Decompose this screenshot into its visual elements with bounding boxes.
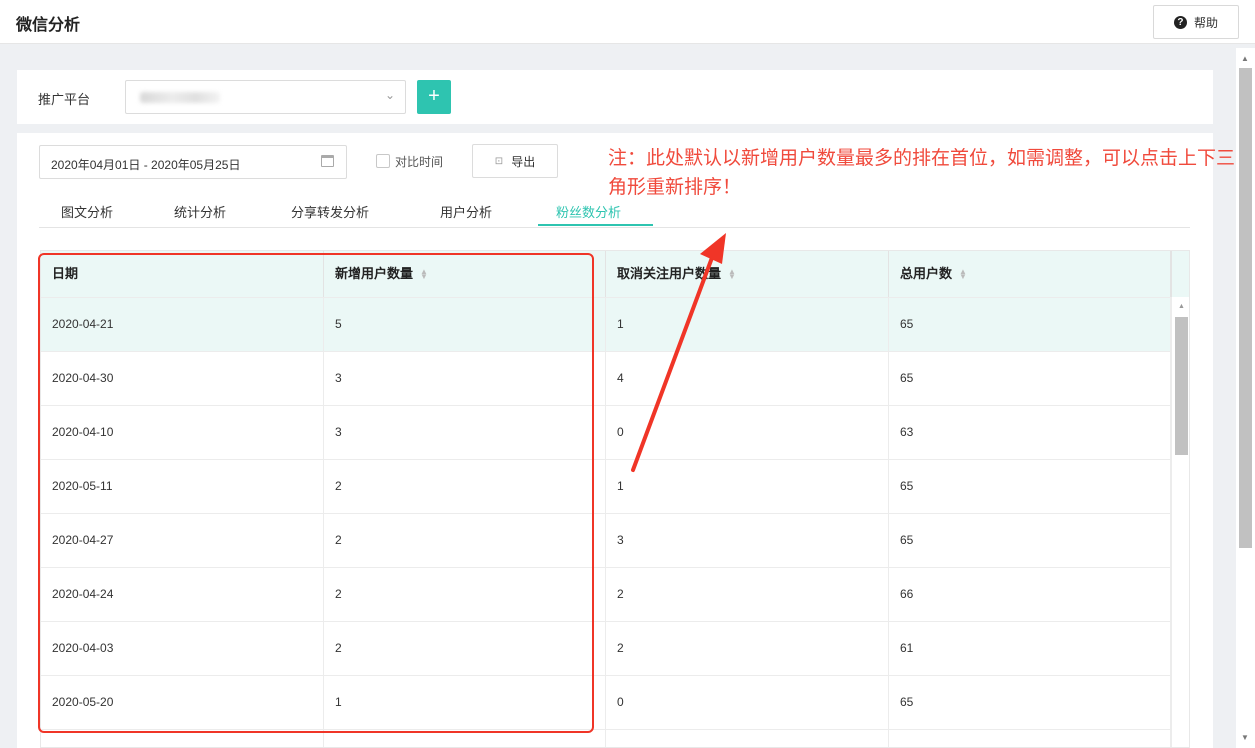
cell-new-users: 3 — [324, 406, 606, 460]
table-row: 2020-04-30 3 4 65 — [41, 351, 1171, 406]
table-row: 2020-04-03 2 2 61 — [41, 621, 1171, 676]
active-tab-indicator — [538, 224, 653, 226]
cell-new-users: 5 — [324, 298, 606, 352]
fans-table: 日期 新增用户数量 ▲ ▼ 取消关注用户数量 ▲ ▼ 总用户数 ▲ ▼ 2020-04-21… — [40, 250, 1190, 748]
cell-unfollowed-users: 1 — [606, 460, 889, 514]
cell-date: 2020-04-03 — [41, 622, 324, 676]
tab-fans-analysis[interactable]: 粉丝数分析 — [556, 202, 621, 221]
blurred-platform-value — [140, 92, 220, 103]
sort-icon[interactable]: ▲ ▼ — [420, 268, 428, 281]
question-circle-icon: ? — [1173, 15, 1187, 29]
cell-date: 2020-04-27 — [41, 514, 324, 568]
annotation-note: 注：此处默认以新增用户数量最多的排在首位，如需调整，可以点击上下三角形重新排序！ — [608, 148, 1236, 198]
table-row: 2020-04-10 3 0 63 — [41, 405, 1171, 460]
cell-total-users: 61 — [889, 622, 1171, 676]
cell-new-users: 3 — [324, 352, 606, 406]
cell-total-users — [889, 730, 1171, 747]
cell-total-users: 63 — [889, 406, 1171, 460]
date-range-value: 2020年04月01日 - 2020年05月25日 — [51, 158, 241, 172]
tab-user-analysis[interactable]: 用户分析 — [440, 202, 492, 221]
column-header-total-users[interactable]: 总用户数 ▲ ▼ — [889, 251, 1171, 297]
calendar-icon — [321, 155, 334, 167]
export-label: 导出 — [511, 154, 536, 169]
cell-unfollowed-users — [606, 730, 889, 747]
cell-unfollowed-users: 2 — [606, 622, 889, 676]
tab-statistics-analysis[interactable]: 统计分析 — [174, 202, 226, 221]
platform-select[interactable]: ⌄ — [125, 80, 406, 114]
table-row: 2020-05-20 1 0 65 — [41, 675, 1171, 730]
cell-total-users: 65 — [889, 352, 1171, 406]
tab-share-analysis[interactable]: 分享转发分析 — [291, 202, 369, 221]
chevron-down-icon: ⌄ — [384, 88, 395, 102]
help-button[interactable]: ? 帮助 — [1153, 5, 1239, 39]
cell-unfollowed-users: 1 — [606, 298, 889, 352]
table-scrollbar[interactable]: ▲ — [1171, 297, 1189, 747]
top-bar: 微信分析 ? 帮助 — [0, 0, 1255, 44]
scroll-up-icon[interactable]: ▲ — [1241, 54, 1249, 63]
cell-new-users: 2 — [324, 568, 606, 622]
cell-unfollowed-users: 2 — [606, 568, 889, 622]
table-row: 2020-04-21 5 1 65 — [41, 297, 1171, 352]
column-header-new-users[interactable]: 新增用户数量 ▲ ▼ — [324, 251, 606, 297]
date-range-picker[interactable]: 2020年04月01日 - 2020年05月25日 — [39, 145, 347, 179]
table-header: 日期 新增用户数量 ▲ ▼ 取消关注用户数量 ▲ ▼ 总用户数 ▲ ▼ — [41, 251, 1189, 297]
sort-icon[interactable]: ▲ ▼ — [959, 268, 967, 281]
cell-total-users: 66 — [889, 568, 1171, 622]
cell-unfollowed-users: 0 — [606, 676, 889, 730]
cell-new-users: 2 — [324, 622, 606, 676]
cell-new-users — [324, 730, 606, 747]
add-platform-button[interactable]: + — [417, 80, 451, 114]
help-label: 帮助 — [1193, 15, 1218, 30]
cell-date — [41, 730, 324, 747]
table-row — [41, 729, 1171, 747]
table-row: 2020-04-27 2 3 65 — [41, 513, 1171, 568]
scroll-down-icon[interactable]: ▼ — [1241, 733, 1249, 742]
export-icon: ⊡ — [494, 155, 504, 167]
compare-time-checkbox[interactable] — [376, 154, 390, 168]
cell-date: 2020-05-20 — [41, 676, 324, 730]
page-scrollbar[interactable]: ▲ ▼ — [1236, 48, 1255, 748]
cell-new-users: 2 — [324, 460, 606, 514]
cell-unfollowed-users: 3 — [606, 514, 889, 568]
header-scroll-gutter — [1171, 251, 1189, 297]
table-row: 2020-05-11 2 1 65 — [41, 459, 1171, 514]
column-header-date: 日期 — [41, 251, 324, 297]
cell-date: 2020-04-24 — [41, 568, 324, 622]
cell-total-users: 65 — [889, 676, 1171, 730]
table-scroll-thumb[interactable] — [1175, 317, 1188, 455]
compare-time-label[interactable]: 对比时间 — [395, 153, 443, 170]
cell-date: 2020-04-21 — [41, 298, 324, 352]
export-button[interactable]: ⊡ 导出 — [472, 144, 558, 178]
scroll-up-icon[interactable]: ▲ — [1178, 303, 1185, 310]
page-title: 微信分析 — [16, 17, 81, 34]
tab-article-analysis[interactable]: 图文分析 — [61, 202, 113, 221]
cell-date: 2020-04-30 — [41, 352, 324, 406]
cell-total-users: 65 — [889, 460, 1171, 514]
cell-date: 2020-04-10 — [41, 406, 324, 460]
cell-unfollowed-users: 4 — [606, 352, 889, 406]
cell-unfollowed-users: 0 — [606, 406, 889, 460]
platform-card: 推广平台 ⌄ + — [17, 70, 1213, 124]
cell-total-users: 65 — [889, 514, 1171, 568]
table-row: 2020-04-24 2 2 66 — [41, 567, 1171, 622]
cell-new-users: 2 — [324, 514, 606, 568]
sort-icon[interactable]: ▲ ▼ — [728, 268, 736, 281]
cell-total-users: 65 — [889, 298, 1171, 352]
platform-label: 推广平台 — [38, 92, 91, 107]
column-header-unfollowed-users[interactable]: 取消关注用户数量 ▲ ▼ — [606, 251, 889, 297]
cell-new-users: 1 — [324, 676, 606, 730]
page-scroll-thumb[interactable] — [1239, 68, 1252, 548]
cell-date: 2020-05-11 — [41, 460, 324, 514]
